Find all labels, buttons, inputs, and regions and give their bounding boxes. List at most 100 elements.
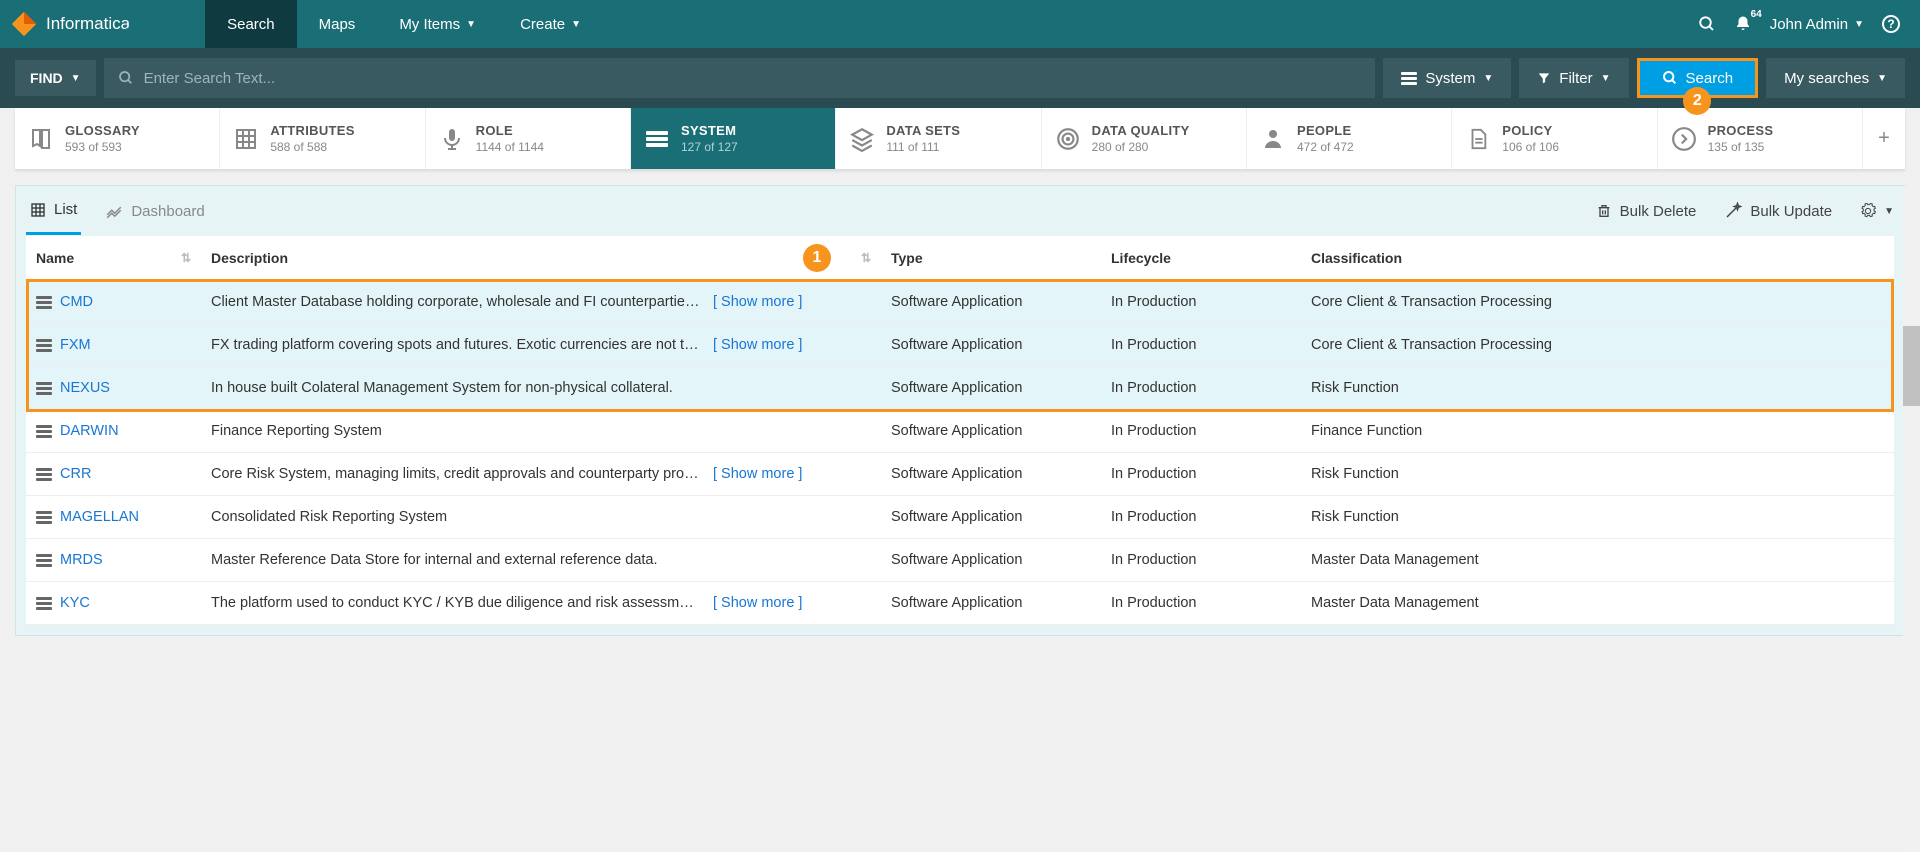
category-tab-process[interactable]: PROCESS135 of 135 [1658, 108, 1863, 169]
sort-icon[interactable]: ⇅ [181, 251, 191, 265]
settings-button[interactable]: ▼ [1860, 203, 1894, 219]
bulk-update-button[interactable]: Bulk Update [1724, 202, 1832, 220]
col-lifecycle[interactable]: Lifecycle [1111, 250, 1171, 266]
row-name-link[interactable]: FXM [60, 337, 91, 353]
system-icon [36, 382, 52, 395]
row-lifecycle: In Production [1101, 294, 1301, 310]
category-tab-policy[interactable]: POLICY106 of 106 [1452, 108, 1657, 169]
category-tab-data-quality[interactable]: DATA QUALITY280 of 280 [1042, 108, 1247, 169]
category-tab-attributes[interactable]: ATTRIBUTES588 of 588 [220, 108, 425, 169]
annotation-marker-2: 2 [1683, 87, 1711, 115]
row-type: Software Application [881, 380, 1101, 396]
search-input-wrap [104, 58, 1376, 98]
category-tab-role[interactable]: ROLE1144 of 1144 [426, 108, 631, 169]
view-dashboard-tab[interactable]: Dashboard [101, 188, 208, 234]
show-more-link[interactable]: [ Show more ] [713, 294, 802, 310]
search-icon[interactable] [1698, 15, 1716, 33]
show-more-link[interactable]: [ Show more ] [713, 595, 802, 611]
system-icon [36, 296, 52, 309]
category-tab-people[interactable]: PEOPLE472 of 472 [1247, 108, 1452, 169]
table-row[interactable]: MAGELLANConsolidated Risk Reporting Syst… [26, 496, 1894, 539]
sort-icon[interactable]: ⇅ [861, 251, 871, 265]
row-type: Software Application [881, 294, 1101, 310]
notifications-icon[interactable]: 64 [1734, 15, 1752, 33]
table-row[interactable]: FXM FX trading platform covering spots an… [26, 324, 1894, 367]
scrollbar-thumb[interactable] [1903, 326, 1920, 406]
dashboard-icon [105, 202, 123, 220]
row-name-link[interactable]: DARWIN [60, 423, 119, 439]
row-lifecycle: In Production [1101, 337, 1301, 353]
stack-icon [643, 125, 671, 153]
row-description: Finance Reporting System [211, 423, 382, 439]
help-icon[interactable]: ? [1882, 15, 1900, 33]
category-tab-glossary[interactable]: GLOSSARY593 of 593 [15, 108, 220, 169]
table-row[interactable]: CRRCore Risk System, managing limits, cr… [26, 453, 1894, 496]
row-name-link[interactable]: NEXUS [60, 380, 110, 396]
col-name[interactable]: Name [36, 250, 74, 266]
row-classification: Finance Function [1301, 423, 1894, 439]
table-row[interactable]: NEXUS In house built Colateral Management… [26, 367, 1894, 410]
annotation-marker-1: 1 [803, 244, 831, 272]
filter-icon [1537, 71, 1551, 85]
search-button[interactable]: Search 2 [1637, 58, 1759, 98]
row-lifecycle: In Production [1101, 380, 1301, 396]
category-tabs: GLOSSARY593 of 593ATTRIBUTES588 of 588RO… [15, 108, 1905, 170]
my-searches-button[interactable]: My searches ▼ [1766, 58, 1905, 98]
system-icon [36, 511, 52, 524]
find-button[interactable]: FIND▼ [15, 60, 96, 96]
col-type[interactable]: Type [891, 250, 923, 266]
row-name-link[interactable]: MRDS [60, 552, 103, 568]
trash-icon [1596, 203, 1612, 219]
scrollbar[interactable] [1903, 186, 1920, 852]
gear-icon [1860, 203, 1876, 219]
brand-name: Informatica [46, 14, 130, 34]
table-row[interactable]: KYCThe platform used to conduct KYC / KY… [26, 582, 1894, 625]
system-filter-button[interactable]: System ▼ [1383, 58, 1511, 98]
category-tab-data-sets[interactable]: DATA SETS111 of 111 [836, 108, 1041, 169]
view-list-tab[interactable]: List [26, 187, 81, 235]
system-icon [36, 468, 52, 481]
row-lifecycle: In Production [1101, 552, 1301, 568]
brand-logo[interactable]: Informatica [0, 0, 150, 48]
row-description: FX trading platform covering spots and f… [211, 337, 701, 353]
row-name-link[interactable]: KYC [60, 595, 90, 611]
row-lifecycle: In Production [1101, 595, 1301, 611]
system-icon [36, 339, 52, 352]
row-classification: Master Data Management [1301, 595, 1894, 611]
layers-icon [848, 125, 876, 153]
row-description: Master Reference Data Store for internal… [211, 552, 658, 568]
table-row[interactable]: CMD Client Master Database holding corpor… [26, 281, 1894, 324]
topnav-tab-maps[interactable]: Maps [297, 0, 378, 48]
table-row[interactable]: MRDS Master Reference Data Store for inte… [26, 539, 1894, 582]
row-lifecycle: In Production [1101, 423, 1301, 439]
col-description[interactable]: Description [211, 250, 288, 266]
topnav-tab-my-items[interactable]: My Items▼ [377, 0, 498, 48]
topnav-tab-search[interactable]: Search [205, 0, 297, 48]
row-description: Client Master Database holding corporate… [211, 294, 701, 310]
book-icon [27, 125, 55, 153]
target-icon [1054, 125, 1082, 153]
row-description: In house built Colateral Management Syst… [211, 380, 673, 396]
row-classification: Core Client & Transaction Processing [1301, 337, 1894, 353]
topnav-tab-create[interactable]: Create▼ [498, 0, 603, 48]
row-name-link[interactable]: CRR [60, 466, 91, 482]
row-type: Software Application [881, 423, 1101, 439]
search-icon [118, 70, 134, 86]
list-icon [30, 202, 46, 218]
user-menu[interactable]: John Admin ▼ [1770, 16, 1864, 33]
results-table: Name ⇅ Description 1 ⇅ Type Lifecycle Cla… [26, 236, 1894, 625]
table-row[interactable]: DARWIN Finance Reporting System Software A… [26, 410, 1894, 453]
row-name-link[interactable]: MAGELLAN [60, 509, 139, 525]
system-icon [36, 597, 52, 610]
bulk-delete-button[interactable]: Bulk Delete [1596, 203, 1697, 220]
col-classification[interactable]: Classification [1311, 250, 1402, 266]
row-name-link[interactable]: CMD [60, 294, 93, 310]
add-category-button[interactable]: + [1863, 108, 1905, 169]
show-more-link[interactable]: [ Show more ] [713, 337, 802, 353]
system-icon [1401, 72, 1417, 85]
search-input[interactable] [144, 70, 1362, 87]
category-tab-system[interactable]: SYSTEM127 of 127 [631, 108, 836, 169]
next-icon [1670, 125, 1698, 153]
show-more-link[interactable]: [ Show more ] [713, 466, 802, 482]
filter-button[interactable]: Filter ▼ [1519, 58, 1628, 98]
